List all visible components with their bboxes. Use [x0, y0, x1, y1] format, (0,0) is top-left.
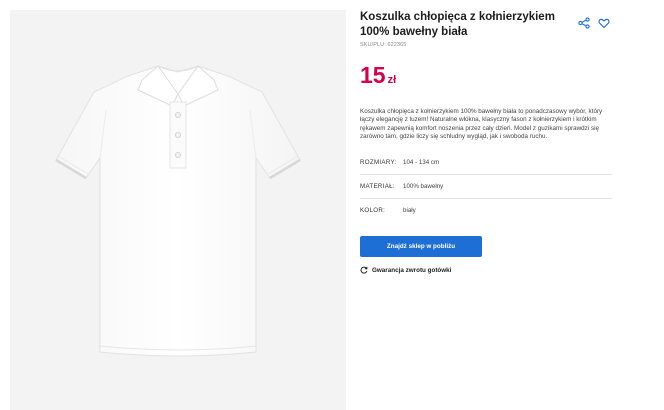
attribute-label: MATERIAŁ: — [360, 183, 395, 190]
guarantee-label: Gwarancja zwrotu gotówki — [372, 266, 452, 274]
attribute-row-sizes: ROZMIARY: 104 - 134 cm — [360, 152, 612, 175]
product-image-gallery[interactable] — [10, 10, 346, 410]
product-title: Koszulka chłopięca z kołnierzykiem 100% … — [360, 11, 555, 38]
product-sku: SKU/PLU: 622365 — [360, 42, 407, 48]
price-amount: 15 — [360, 62, 386, 88]
attribute-row-color: KOLOR: biały — [360, 200, 612, 222]
price-currency: zł — [387, 74, 397, 86]
attribute-row-material: MATERIAŁ: 100% bawełny — [360, 176, 612, 199]
product-actions — [578, 16, 610, 29]
money-back-guarantee-link[interactable]: Gwarancja zwrotu gotówki — [360, 266, 451, 274]
share-icon[interactable] — [578, 16, 590, 29]
heart-icon[interactable] — [598, 16, 610, 29]
attribute-value: 100% bawełny — [403, 183, 444, 190]
attribute-value: biały — [403, 207, 416, 214]
product-description: Koszulka chłopięca z kołnierzykiem 100% … — [360, 108, 603, 141]
product-image[interactable] — [10, 10, 346, 410]
refresh-icon — [360, 266, 368, 274]
attribute-label: KOLOR: — [360, 207, 386, 214]
attribute-label: ROZMIARY: — [360, 159, 397, 166]
product-info: Koszulka chłopięca z kołnierzykiem 100% … — [360, 0, 620, 410]
find-store-button[interactable]: Znajdź sklep w pobliżu — [360, 236, 482, 257]
attribute-value: 104 - 134 cm — [403, 159, 440, 166]
product-price: 15 zł — [360, 62, 396, 88]
